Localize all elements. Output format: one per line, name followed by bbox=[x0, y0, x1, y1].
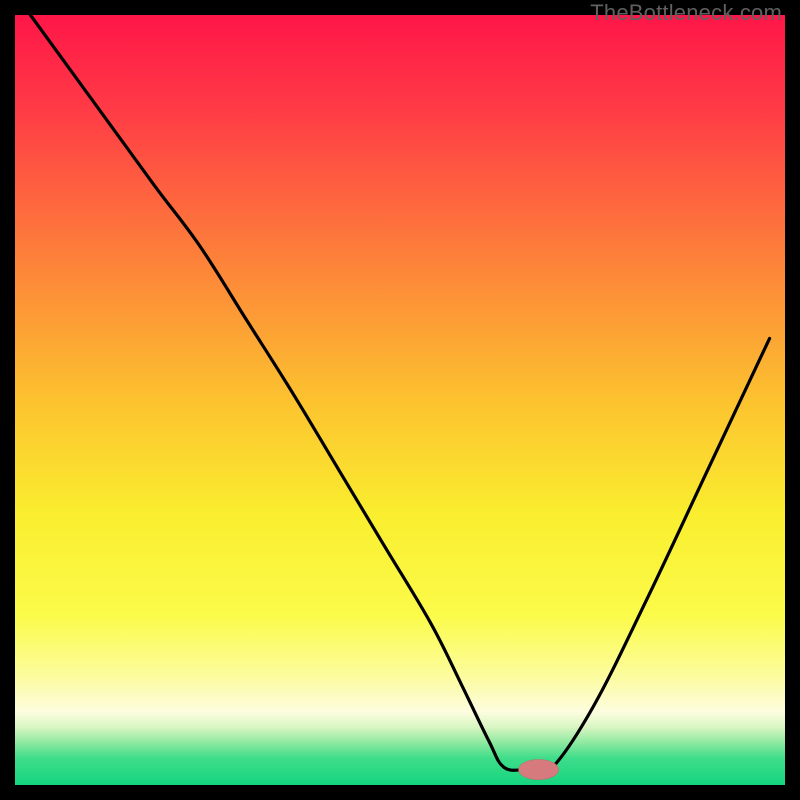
plot-background bbox=[15, 15, 785, 785]
watermark-text: TheBottleneck.com bbox=[590, 0, 782, 26]
chart-svg bbox=[0, 0, 800, 800]
chart-frame: TheBottleneck.com bbox=[0, 0, 800, 800]
optimal-marker bbox=[519, 760, 559, 780]
